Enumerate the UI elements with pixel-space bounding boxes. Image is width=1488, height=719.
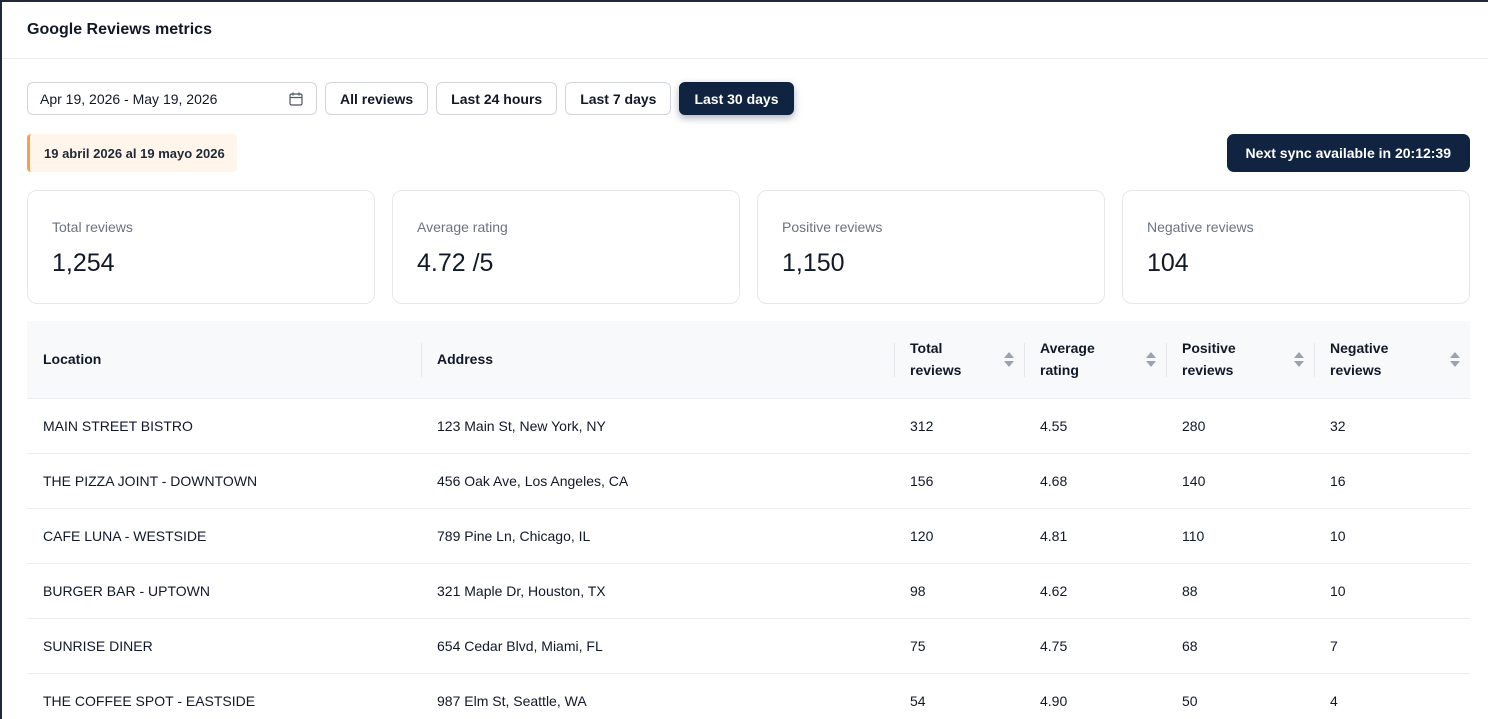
- cell-positive-reviews: 68: [1166, 618, 1314, 674]
- date-range-value: Apr 19, 2026 - May 19, 2026: [40, 90, 218, 107]
- cell-total-reviews: 54: [894, 673, 1024, 719]
- column-separator: [1166, 343, 1167, 377]
- cell-negative-reviews: 32: [1314, 397, 1470, 454]
- cell-address: 987 Elm St, Seattle, WA: [421, 673, 894, 719]
- cell-total-reviews: 312: [894, 397, 1024, 454]
- cell-positive-reviews: 140: [1166, 453, 1314, 509]
- filter-bar: Apr 19, 2026 - May 19, 2026 All reviews …: [27, 82, 794, 116]
- page-title: Google Reviews metrics: [27, 21, 212, 38]
- cell-negative-reviews: 7: [1314, 618, 1470, 674]
- cell-address: 654 Cedar Blvd, Miami, FL: [421, 618, 894, 674]
- page-header: Google Reviews metrics: [2, 2, 1488, 59]
- cell-total-reviews: 98: [894, 563, 1024, 619]
- metric-label: Negative reviews: [1147, 219, 1254, 235]
- table-row[interactable]: CAFE LUNA - WESTSIDE 789 Pine Ln, Chicag…: [27, 508, 1470, 564]
- cell-negative-reviews: 4: [1314, 673, 1470, 719]
- column-header-location: Location: [27, 321, 421, 398]
- filter-last-30-days-button[interactable]: Last 30 days: [679, 82, 794, 115]
- column-separator: [894, 343, 895, 377]
- metric-card-total-reviews: Total reviews 1,254: [27, 190, 375, 304]
- cell-total-reviews: 156: [894, 453, 1024, 509]
- cell-address: 789 Pine Ln, Chicago, IL: [421, 508, 894, 564]
- cell-address: 456 Oak Ave, Los Angeles, CA: [421, 453, 894, 509]
- metric-cards: Total reviews 1,254 Average rating 4.72 …: [27, 190, 1470, 304]
- column-header-label: Total reviews: [910, 340, 962, 379]
- table-row[interactable]: THE COFFEE SPOT - EASTSIDE 987 Elm St, S…: [27, 673, 1470, 719]
- column-header-total-reviews[interactable]: Total reviews: [894, 321, 1024, 398]
- cell-positive-reviews: 50: [1166, 673, 1314, 719]
- sort-icon[interactable]: [1450, 351, 1460, 367]
- metric-label: Positive reviews: [782, 219, 883, 235]
- sort-icon[interactable]: [1146, 351, 1156, 367]
- column-header-average-rating[interactable]: Average rating: [1024, 321, 1166, 398]
- metric-card-positive-reviews: Positive reviews 1,150: [757, 190, 1105, 304]
- next-sync-button[interactable]: Next sync available in 20:12:39: [1226, 134, 1470, 172]
- metric-value: 1,150: [782, 249, 845, 277]
- cell-location: THE COFFEE SPOT - EASTSIDE: [27, 673, 421, 719]
- cell-negative-reviews: 16: [1314, 453, 1470, 509]
- column-separator: [1314, 343, 1315, 377]
- column-header-address: Address: [421, 321, 894, 398]
- cell-address: 123 Main St, New York, NY: [421, 397, 894, 454]
- metric-label: Average rating: [417, 219, 508, 235]
- metric-value: 104: [1147, 249, 1189, 277]
- column-header-label: Location: [43, 351, 102, 368]
- cell-address: 321 Maple Dr, Houston, TX: [421, 563, 894, 619]
- cell-positive-reviews: 280: [1166, 397, 1314, 454]
- column-separator: [421, 343, 422, 377]
- metric-card-average-rating: Average rating 4.72 /5: [392, 190, 740, 304]
- column-header-label: Average rating: [1040, 340, 1095, 379]
- cell-average-rating: 4.62: [1024, 563, 1166, 619]
- calendar-icon[interactable]: [288, 91, 304, 107]
- filter-last-24-hours-button[interactable]: Last 24 hours: [436, 82, 558, 115]
- metric-label: Total reviews: [52, 219, 133, 235]
- cell-positive-reviews: 110: [1166, 508, 1314, 564]
- date-range-input[interactable]: Apr 19, 2026 - May 19, 2026: [27, 82, 317, 115]
- cell-average-rating: 4.75: [1024, 618, 1166, 674]
- cell-location: MAIN STREET BISTRO: [27, 397, 421, 454]
- column-header-positive-reviews[interactable]: Positive reviews: [1166, 321, 1314, 398]
- column-header-label: Negative reviews: [1330, 340, 1389, 379]
- cell-negative-reviews: 10: [1314, 563, 1470, 619]
- cell-negative-reviews: 10: [1314, 508, 1470, 564]
- column-header-label: Address: [437, 351, 494, 368]
- column-header-label: Positive reviews: [1182, 340, 1236, 379]
- sort-icon[interactable]: [1294, 351, 1304, 367]
- cell-positive-reviews: 88: [1166, 563, 1314, 619]
- column-header-negative-reviews[interactable]: Negative reviews: [1314, 321, 1470, 398]
- locations-table: Location Address Total reviews Average r…: [27, 321, 1470, 719]
- cell-location: THE PIZZA JOINT - DOWNTOWN: [27, 453, 421, 509]
- table-row[interactable]: BURGER BAR - UPTOWN 321 Maple Dr, Housto…: [27, 563, 1470, 619]
- cell-total-reviews: 120: [894, 508, 1024, 564]
- cell-location: CAFE LUNA - WESTSIDE: [27, 508, 421, 564]
- filter-all-reviews-button[interactable]: All reviews: [325, 82, 429, 115]
- column-separator: [1024, 343, 1025, 377]
- cell-location: SUNRISE DINER: [27, 618, 421, 674]
- filter-last-7-days-button[interactable]: Last 7 days: [565, 82, 672, 115]
- table-header-row: Location Address Total reviews Average r…: [27, 321, 1470, 398]
- locations-table-container: Location Address Total reviews Average r…: [27, 321, 1470, 719]
- table-row[interactable]: THE PIZZA JOINT - DOWNTOWN 456 Oak Ave, …: [27, 453, 1470, 509]
- table-row[interactable]: SUNRISE DINER 654 Cedar Blvd, Miami, FL …: [27, 618, 1470, 674]
- metric-card-negative-reviews: Negative reviews 104: [1122, 190, 1470, 304]
- metric-value: 4.72 /5: [417, 249, 494, 277]
- cell-average-rating: 4.55: [1024, 397, 1166, 454]
- cell-location: BURGER BAR - UPTOWN: [27, 563, 421, 619]
- cell-average-rating: 4.81: [1024, 508, 1166, 564]
- cell-average-rating: 4.90: [1024, 673, 1166, 719]
- date-range-label: 19 abril 2026 al 19 mayo 2026: [27, 134, 237, 172]
- cell-average-rating: 4.68: [1024, 453, 1166, 509]
- metric-value: 1,254: [52, 249, 115, 277]
- sort-icon[interactable]: [1004, 351, 1014, 367]
- cell-total-reviews: 75: [894, 618, 1024, 674]
- table-row[interactable]: MAIN STREET BISTRO 123 Main St, New York…: [27, 397, 1470, 454]
